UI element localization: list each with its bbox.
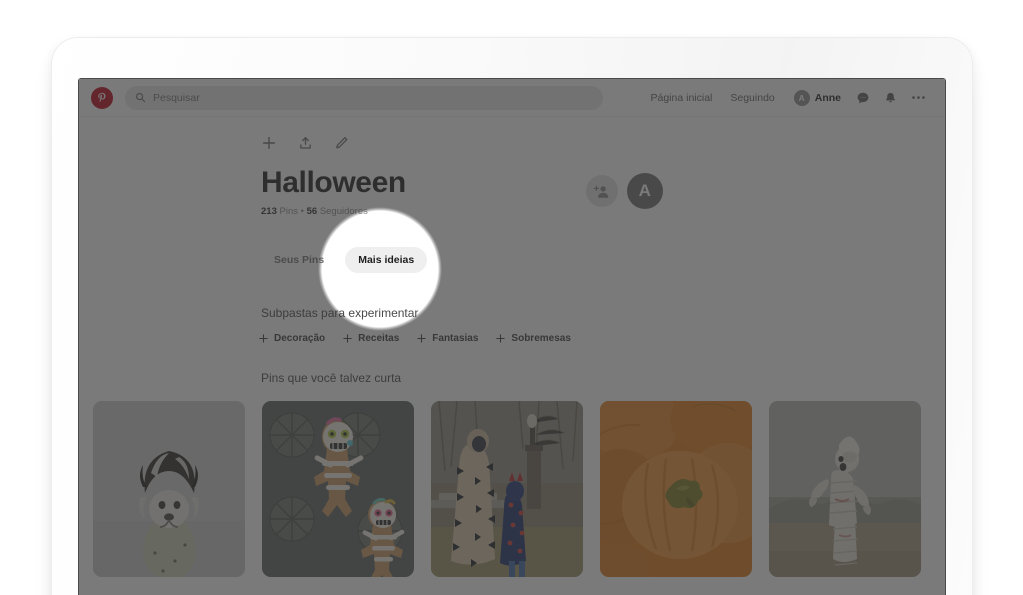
board-header: Halloween 213 Pins • 56 Seguidores A (79, 151, 945, 217)
pinterest-logo-icon[interactable] (91, 86, 113, 109)
pin-grid (79, 385, 945, 577)
tab-your-pins[interactable]: Seus Pins (261, 247, 337, 273)
user-menu[interactable]: A Anne (784, 89, 849, 106)
plus-icon (342, 333, 353, 344)
search-bar[interactable] (125, 85, 603, 110)
pin-card-mummy-child[interactable] (769, 400, 921, 577)
subfolder-label: Receitas (358, 332, 400, 344)
subfolder-chip-list: Decoração Receitas Fantasias Sobremesas (79, 320, 945, 344)
plus-icon (258, 333, 269, 344)
plus-icon (495, 333, 506, 344)
nav-following[interactable]: Seguindo (721, 92, 783, 104)
upload-icon[interactable] (298, 135, 313, 151)
pin-card-skeleton-cookies[interactable] (262, 400, 414, 577)
app-header: Página inicial Seguindo A Anne (79, 79, 945, 117)
laptop-device-frame: Página inicial Seguindo A Anne (52, 38, 972, 595)
subfolder-label: Sobremesas (511, 332, 571, 344)
subfolder-chip-receitas[interactable]: Receitas (342, 333, 399, 344)
followers-count: 56 (306, 205, 318, 217)
user-name: Anne (814, 91, 841, 104)
more-options-icon[interactable] (904, 95, 933, 100)
plus-icon (416, 333, 427, 344)
pin-card-dog-wig[interactable] (93, 400, 245, 577)
avatar: A (793, 89, 810, 106)
followers-label: Seguidores (319, 205, 368, 217)
search-input[interactable] (153, 91, 593, 104)
board-action-bar (79, 117, 945, 151)
nav-home[interactable]: Página inicial (642, 92, 722, 104)
pins-label: Pins (279, 205, 298, 217)
plus-icon[interactable] (261, 135, 277, 151)
notifications-icon[interactable] (877, 91, 904, 105)
subfolder-chip-sobremesas[interactable]: Sobremesas (495, 332, 571, 344)
subfolder-label: Fantasias (432, 332, 479, 344)
subfolders-title: Subpastas para experimentar (261, 305, 419, 320)
add-collaborator-icon[interactable] (585, 175, 618, 207)
laptop-screen: Página inicial Seguindo A Anne (79, 79, 945, 595)
messages-icon[interactable] (849, 91, 877, 105)
board-collaborators: A (585, 173, 663, 209)
search-icon (135, 92, 146, 103)
board-stats: 213 Pins • 56 Seguidores (261, 206, 406, 217)
board-owner-avatar[interactable]: A (626, 173, 663, 209)
pinterest-app: Página inicial Seguindo A Anne (79, 79, 945, 595)
board-tabs: Seus Pins Mais ideias (79, 217, 945, 273)
stats-separator: • (300, 205, 304, 217)
page-title: Halloween (261, 166, 406, 199)
laptop-screen-bezel: Página inicial Seguindo A Anne (78, 78, 946, 595)
subfolder-chip-decoracao[interactable]: Decoração (258, 333, 325, 344)
pin-card-pumpkins[interactable] (600, 400, 752, 577)
pencil-icon[interactable] (334, 135, 349, 151)
subfolder-chip-fantasias[interactable]: Fantasias (416, 333, 478, 344)
pins-count: 213 (261, 205, 277, 217)
pin-card-costumes-outdoors[interactable] (431, 400, 583, 577)
tab-more-ideas[interactable]: Mais ideias (345, 246, 428, 273)
suggestions-title: Pins que você talvez curta (261, 370, 402, 385)
subfolder-label: Decoração (274, 332, 326, 344)
header-nav: Página inicial Seguindo A Anne (628, 89, 934, 106)
board-page: Halloween 213 Pins • 56 Seguidores A Seu… (79, 117, 945, 577)
screenshot-stage: Página inicial Seguindo A Anne (0, 0, 1023, 595)
